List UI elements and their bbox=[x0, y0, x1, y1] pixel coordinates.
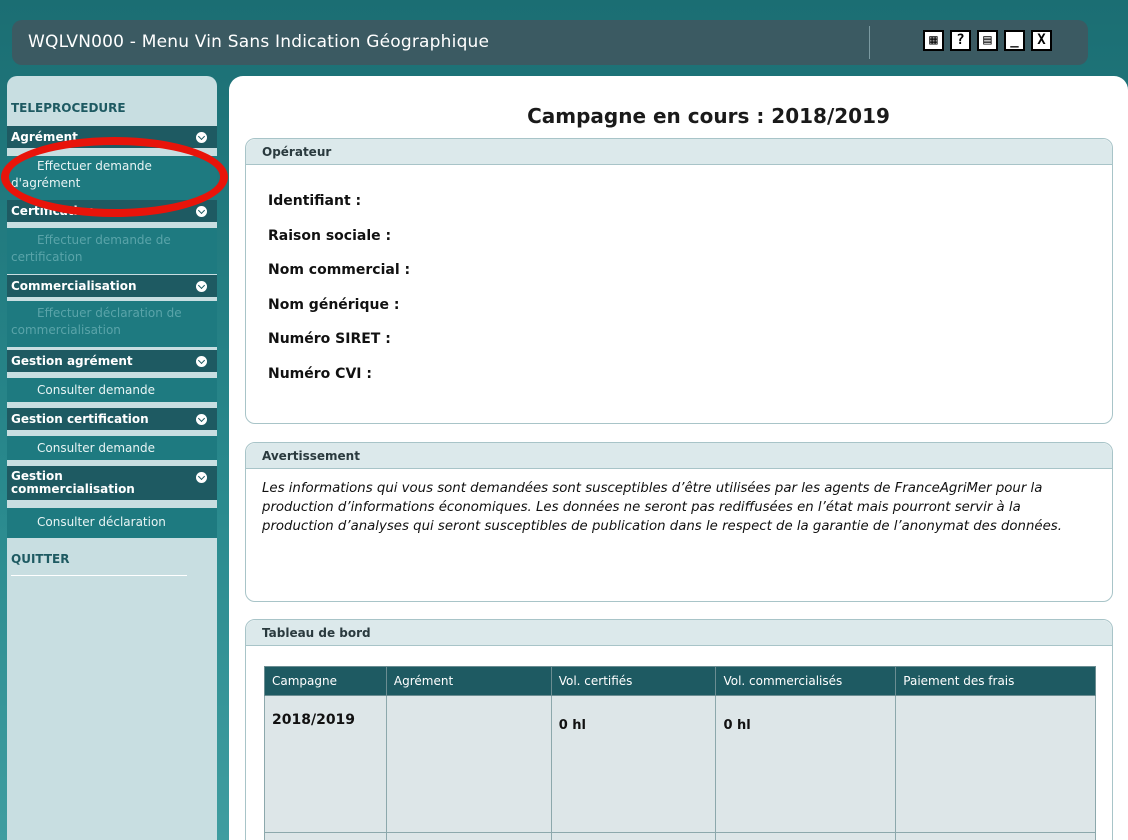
window-controls: ▦ ? ▤ _ X bbox=[923, 30, 1052, 51]
sidebar-section-gestion-agrement[interactable]: Gestion agrément bbox=[7, 350, 217, 372]
table-row: 2018/2019 0 hl 0 hl bbox=[264, 695, 1096, 833]
page-title: Campagne en cours : 2018/2019 bbox=[527, 104, 890, 128]
operator-panel-heading: Opérateur bbox=[246, 139, 1112, 165]
column-header-paiement-frais: Paiement des frais bbox=[895, 666, 1096, 696]
sidebar-section-gestion-certification[interactable]: Gestion certification bbox=[7, 408, 217, 430]
sidebar-section-certification[interactable]: Certification bbox=[7, 200, 217, 222]
calculator-icon[interactable]: ▦ bbox=[923, 30, 944, 51]
chevron-down-icon[interactable] bbox=[196, 356, 207, 367]
sidebar-item-effectuer-declaration-commercialisation: Effectuer déclaration de commercialisati… bbox=[7, 301, 217, 347]
main-content: Campagne en cours : 2018/2019 Opérateur … bbox=[229, 76, 1128, 840]
table-cell-agrement bbox=[385, 695, 552, 833]
operator-field-raison-sociale: Raison sociale : bbox=[268, 227, 392, 244]
sidebar-section-label: Certification bbox=[11, 204, 95, 218]
sidebar-section-label: Gestion agrément bbox=[11, 354, 133, 368]
sidebar-divider bbox=[11, 575, 187, 576]
table-cell bbox=[264, 832, 387, 840]
sidebar-quit-link[interactable]: QUITTER bbox=[11, 552, 70, 566]
column-header-campagne: Campagne bbox=[264, 666, 387, 696]
table-cell bbox=[550, 832, 717, 840]
operator-panel: Opérateur Identifiant : Raison sociale :… bbox=[245, 138, 1113, 424]
column-header-vol-certifies: Vol. certifiés bbox=[550, 666, 717, 696]
chevron-down-icon[interactable] bbox=[196, 132, 207, 143]
sidebar-section-label: Gestion commercialisation bbox=[11, 469, 135, 496]
titlebar-separator bbox=[869, 26, 870, 59]
table-cell bbox=[895, 832, 1096, 840]
table-cell bbox=[715, 832, 897, 840]
print-icon[interactable]: ▤ bbox=[977, 30, 998, 51]
table-cell-paiement-frais bbox=[895, 695, 1096, 833]
operator-field-nom-commercial: Nom commercial : bbox=[268, 262, 411, 278]
warning-panel-heading: Avertissement bbox=[246, 443, 1112, 469]
window-titlebar: WQLVN000 - Menu Vin Sans Indication Géog… bbox=[12, 20, 1088, 65]
dashboard-table: Campagne Agrément Vol. certifiés Vol. co… bbox=[264, 666, 1096, 840]
chevron-down-icon[interactable] bbox=[196, 206, 207, 217]
table-row bbox=[264, 832, 1096, 840]
warning-text: Les informations qui vous sont demandées… bbox=[262, 481, 1062, 534]
sidebar-title: TELEPROCEDURE bbox=[11, 101, 126, 115]
help-icon[interactable]: ? bbox=[950, 30, 971, 51]
sidebar-item-consulter-demande-certification[interactable]: Consulter demande bbox=[7, 436, 217, 460]
warning-panel: Avertissement Les informations qui vous … bbox=[245, 442, 1113, 602]
table-cell-vol-certifies: 0 hl bbox=[550, 695, 717, 833]
sidebar-item-effectuer-demande-agrement[interactable]: Effectuer demande d'agrément bbox=[7, 156, 217, 201]
operator-field-nom-generique: Nom générique : bbox=[268, 296, 400, 313]
window-title: WQLVN000 - Menu Vin Sans Indication Géog… bbox=[28, 32, 490, 52]
dashboard-panel-heading: Tableau de bord bbox=[246, 620, 1112, 646]
operator-field-cvi: Numéro CVI : bbox=[268, 365, 372, 382]
close-icon[interactable]: X bbox=[1031, 30, 1052, 51]
sidebar-section-gestion-commercialisation[interactable]: Gestion commercialisation bbox=[7, 466, 217, 500]
minimize-icon[interactable]: _ bbox=[1004, 30, 1025, 51]
sidebar-menu: TELEPROCEDURE Agrément Effectuer demande… bbox=[7, 76, 217, 840]
sidebar-section-commercialisation[interactable]: Commercialisation bbox=[7, 275, 217, 297]
sidebar-section-label: Gestion certification bbox=[11, 412, 149, 426]
chevron-down-icon[interactable] bbox=[196, 414, 207, 425]
chevron-down-icon[interactable] bbox=[196, 281, 207, 292]
operator-field-identifiant: Identifiant : bbox=[268, 193, 362, 209]
sidebar-section-label: Commercialisation bbox=[11, 279, 137, 293]
sidebar-section-label: Agrément bbox=[11, 130, 78, 144]
table-cell-vol-commercialises: 0 hl bbox=[715, 695, 897, 833]
operator-field-siret: Numéro SIRET : bbox=[268, 331, 391, 347]
dashboard-panel: Tableau de bord Campagne Agrément Vol. c… bbox=[245, 619, 1113, 840]
table-cell-campagne: 2018/2019 bbox=[264, 695, 387, 833]
chevron-down-icon[interactable] bbox=[196, 472, 207, 483]
sidebar-item-effectuer-demande-certification: Effectuer demande de certification bbox=[7, 228, 217, 274]
sidebar-section-agrement[interactable]: Agrément bbox=[7, 126, 217, 148]
sidebar-item-consulter-declaration[interactable]: Consulter déclaration bbox=[7, 508, 217, 538]
column-header-vol-commercialises: Vol. commercialisés bbox=[715, 666, 897, 696]
table-cell bbox=[385, 832, 552, 840]
table-header-row: Campagne Agrément Vol. certifiés Vol. co… bbox=[264, 666, 1096, 696]
column-header-agrement: Agrément bbox=[385, 666, 552, 696]
sidebar-item-consulter-demande-agrement[interactable]: Consulter demande bbox=[7, 378, 217, 402]
